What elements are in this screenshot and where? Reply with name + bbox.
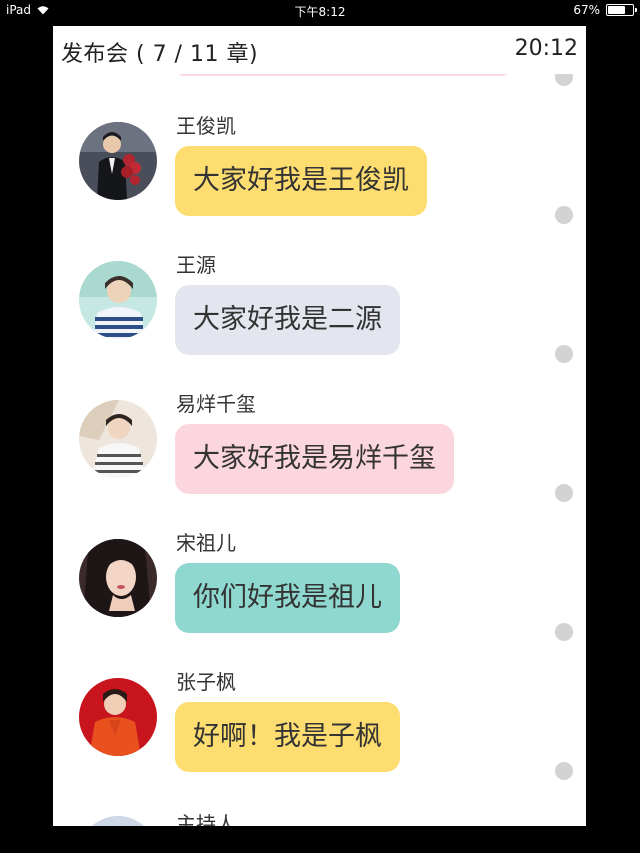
- chat-screen[interactable]: 发布会 ( 7 / 11 章) 20:12 王俊凯 大家好我是王俊凯 王源 大家…: [53, 26, 586, 826]
- status-bar: iPad 下午8:12 67%: [0, 0, 640, 24]
- message-bubble[interactable]: 大家好我是王俊凯: [175, 146, 427, 216]
- sender-name: 主持人: [176, 812, 236, 826]
- message-item: 张子枫 好啊！我是子枫: [53, 670, 586, 808]
- chapter-header: 发布会 ( 7 / 11 章) 20:12: [53, 26, 586, 74]
- avatar[interactable]: [79, 400, 157, 478]
- avatar[interactable]: [79, 122, 157, 200]
- chapter-title: 发布会 ( 7 / 11 章): [61, 42, 259, 67]
- battery-icon: [606, 4, 637, 16]
- avatar[interactable]: [79, 678, 157, 756]
- status-time: 下午8:12: [294, 5, 346, 19]
- message-item: 易烊千玺 大家好我是易烊千玺: [53, 392, 586, 530]
- avatar[interactable]: [79, 539, 157, 617]
- message-bubble[interactable]: 好啊！我是子枫: [175, 702, 400, 772]
- message-bubble[interactable]: 大家好我是二源: [175, 285, 400, 355]
- message-item: 王俊凯 大家好我是王俊凯: [53, 114, 586, 252]
- status-dot[interactable]: [555, 623, 573, 641]
- status-right: 67%: [573, 3, 637, 17]
- sender-name: 王源: [176, 253, 216, 277]
- status-dot[interactable]: [555, 762, 573, 780]
- message-bubble[interactable]: 你们好我是祖儿: [175, 563, 400, 633]
- sender-name: 张子枫: [176, 670, 236, 694]
- message-item: 宋祖儿 你们好我是祖儿: [53, 531, 586, 669]
- avatar[interactable]: [79, 816, 157, 826]
- status-dot[interactable]: [555, 345, 573, 363]
- sender-name: 宋祖儿: [176, 531, 236, 555]
- battery-percent: 67%: [573, 3, 600, 17]
- sender-name: 王俊凯: [176, 114, 236, 138]
- message-item: 王源 大家好我是二源: [53, 253, 586, 391]
- header-time: 20:12: [514, 36, 578, 61]
- battery-fill: [608, 6, 626, 14]
- sender-name: 易烊千玺: [176, 392, 256, 416]
- status-dot[interactable]: [555, 484, 573, 502]
- avatar[interactable]: [79, 261, 157, 339]
- message-item-partial: 主持人: [53, 808, 586, 826]
- message-bubble[interactable]: 大家好我是易烊千玺: [175, 424, 454, 494]
- status-dot[interactable]: [555, 206, 573, 224]
